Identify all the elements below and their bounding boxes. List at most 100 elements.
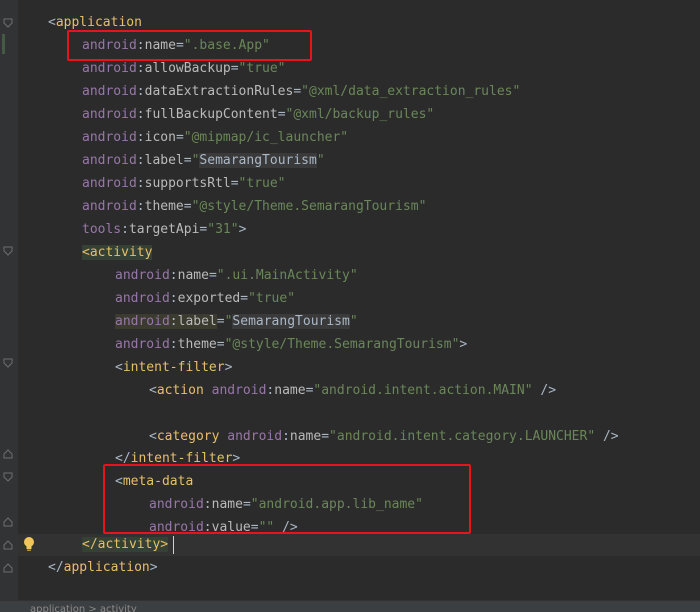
attribute-name: dataExtractionRules [144, 84, 294, 99]
tag-name: action [156, 383, 204, 398]
fold-toggle-icon[interactable] [3, 246, 13, 256]
tag-name: activity [97, 537, 161, 552]
tag-name: application [55, 15, 142, 30]
namespace: android [82, 130, 137, 145]
code-line-activity-exported: android:exported="true" [115, 291, 296, 306]
bracket: /> [602, 429, 619, 444]
namespace: android [82, 176, 137, 191]
fold-toggle-icon[interactable] [3, 517, 13, 527]
bracket: < [149, 383, 157, 398]
attribute-name: name [274, 383, 306, 398]
attribute-name: name [177, 268, 209, 283]
code-line-intent-filter-close: </intent-filter> [115, 448, 240, 470]
code-line-meta-data-open: <meta-data [115, 471, 193, 493]
namespace: android [227, 429, 283, 444]
code-line-theme: android:theme="@style/Theme.SemarangTour… [82, 199, 427, 214]
attribute-value: ".ui.MainActivity" [216, 268, 358, 283]
fold-toggle-icon[interactable] [3, 563, 13, 573]
fold-toggle-icon[interactable] [3, 358, 13, 368]
equals: = [321, 429, 330, 444]
namespace: android [82, 153, 137, 168]
equals: = [277, 107, 286, 122]
bracket: > [224, 360, 233, 375]
bracket: </ [82, 537, 98, 552]
equals: = [250, 520, 259, 535]
tag-name: application [63, 560, 150, 575]
fold-toggle-icon[interactable] [3, 540, 13, 550]
attribute-name: fullBackupContent [144, 107, 278, 122]
attribute-value: "@style/Theme.SemarangTourism" [224, 337, 460, 352]
code-line-intent-filter-open: <intent-filter> [115, 357, 232, 379]
code-line-category: <category android:name="android.intent.c… [149, 429, 619, 444]
attribute-name: allowBackup [144, 61, 231, 76]
tag-name: intent-filter [130, 451, 233, 466]
code-line-allow-backup: android:allowBackup="true" [82, 61, 286, 76]
bracket: > [232, 451, 241, 466]
attribute-value: "@xml/data_extraction_rules" [301, 84, 521, 99]
bracket: /> [282, 520, 298, 535]
attribute-value: "@xml/backup_rules" [285, 107, 435, 122]
attribute-name: name [144, 38, 176, 53]
attribute-value: "" [258, 520, 275, 535]
lightbulb-icon[interactable] [22, 536, 36, 552]
equals: = [208, 268, 217, 283]
fold-toggle-icon[interactable] [3, 18, 13, 28]
equals: = [183, 153, 192, 168]
quote: " [349, 314, 358, 329]
code-line-supports-rtl: android:supportsRtl="true" [82, 176, 286, 191]
attribute-value: "true" [248, 291, 296, 306]
equals: = [242, 497, 251, 512]
namespace: android [115, 337, 170, 352]
equals: = [293, 84, 302, 99]
namespace: android [82, 107, 137, 122]
bracket: > [459, 337, 468, 352]
namespace: android [149, 520, 204, 535]
attribute-value: "android.intent.action.MAIN" [313, 383, 533, 398]
bracket: </ [115, 451, 131, 466]
quote: " [316, 153, 325, 168]
code-line-icon: android:icon="@mipmap/ic_launcher" [82, 130, 349, 145]
code-line-full-backup: android:fullBackupContent="@xml/backup_r… [82, 107, 435, 122]
bracket: < [115, 474, 123, 489]
namespace: android [149, 497, 204, 512]
tag-name: activity [89, 245, 153, 260]
namespace: android [82, 84, 137, 99]
equals: = [230, 61, 239, 76]
attribute-name: supportsRtl [144, 176, 231, 191]
attribute-value: "android.intent.category.LAUNCHER" [329, 429, 596, 444]
attribute-value: SemarangTourism [232, 314, 350, 329]
namespace: android [82, 199, 137, 214]
bracket: < [82, 245, 90, 260]
code-line-action: <action android:name="android.intent.act… [149, 383, 557, 398]
fold-toggle-icon[interactable] [3, 472, 13, 482]
code-line-meta-value: android:value="" /> [149, 520, 298, 535]
code-line-target-api: tools:targetApi="31"> [82, 222, 247, 237]
namespace: android [115, 314, 170, 329]
bracket: > [238, 222, 247, 237]
fold-toggle-icon[interactable] [3, 449, 13, 459]
text-caret [173, 536, 174, 554]
namespace: tools [82, 222, 122, 237]
equals: = [175, 38, 184, 53]
tag-name: category [156, 429, 220, 444]
namespace: android [115, 268, 170, 283]
attribute-name: label [144, 153, 184, 168]
code-line-activity-theme: android:theme="@style/Theme.SemarangTour… [115, 337, 468, 352]
attribute-value: "31" [207, 222, 239, 237]
bracket: < [48, 15, 56, 30]
bracket: > [149, 560, 158, 575]
attribute-value: ".base.App" [183, 38, 270, 53]
code-line-label: android:label="SemarangTourism" [82, 153, 325, 168]
attribute-name: theme [177, 337, 217, 352]
attribute-name: theme [144, 199, 184, 214]
namespace: android [82, 38, 137, 53]
code-line-application-open: <application [48, 12, 142, 34]
code-line-activity-name: android:name=".ui.MainActivity" [115, 268, 358, 283]
breadcrumb-bar: application > activity [0, 600, 700, 612]
namespace: android [211, 383, 267, 398]
code-line-application-close: </application> [48, 557, 158, 579]
namespace: android [82, 61, 137, 76]
bracket: </ [48, 560, 64, 575]
code-editor[interactable]: <application android:name=".base.App" an… [0, 0, 700, 600]
equals: = [240, 291, 249, 306]
